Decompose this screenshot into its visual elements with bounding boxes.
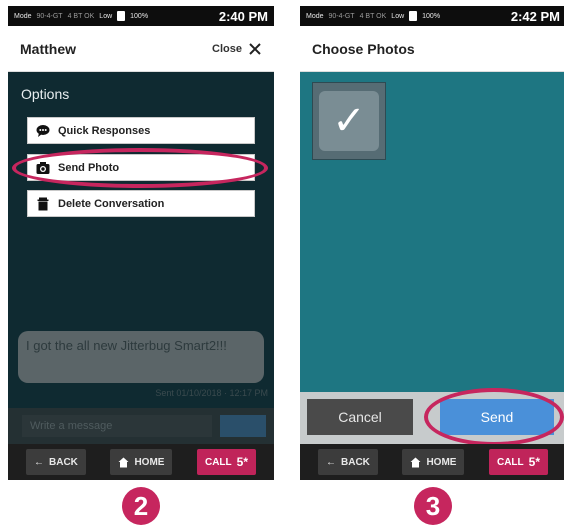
home-button[interactable]: HOME [402,449,465,475]
signal-label: 90-4-GT [328,12,355,20]
battery-label: 100% [130,12,149,20]
call-speed-dial: 5* [528,455,540,469]
network-label: 4 BT OK [359,12,387,20]
clock: 2:40 PM [218,8,268,24]
home-label: HOME [426,456,457,468]
delete-conversation-label: Delete Conversation [58,197,165,210]
close-button[interactable]: Close [212,42,262,56]
phone-screen-choose-photos: Mode 90-4-GT 4 BT OK Low 100% 2:42 PM Ch… [300,6,564,480]
status-bar: Mode 90-4-GT 4 BT OK Low 100% 2:42 PM [300,6,564,26]
step-badge-3: 3 [414,487,452,525]
message-bubble: I got the all new Jitterbug Smart2!!! [18,331,264,383]
send-photo-label: Send Photo [58,161,120,174]
checkmark-icon: ✓ [332,99,366,143]
page-title: Matthew [20,40,76,57]
options-heading: Options [21,86,70,102]
call-button[interactable]: CALL 5* [488,449,548,475]
network-label: 4 BT OK [67,12,95,20]
options-panel: Options Quick Responses Send Photo Delet… [8,72,274,444]
arrow-left-icon: ← [34,456,44,468]
back-button[interactable]: ← BACK [318,449,378,475]
clock: 2:42 PM [510,8,560,24]
home-label: HOME [134,456,165,468]
call-speed-dial: 5* [236,455,248,469]
compose-send-button[interactable] [220,415,266,437]
compose-bar: Write a message [8,408,274,444]
header: Choose Photos [300,26,564,72]
call-button[interactable]: CALL 5* [196,449,256,475]
close-icon [249,42,261,55]
home-icon [410,457,421,467]
signal-label: 90-4-GT [36,12,63,20]
back-label: BACK [341,456,370,468]
send-photo-button[interactable]: Send Photo [27,154,255,181]
send-button[interactable]: Send [440,399,554,435]
battery-label: 100% [422,12,441,20]
photo-grid: ✓ [300,72,564,392]
quick-responses-label: Quick Responses [58,124,151,137]
status-bar: Mode 90-4-GT 4 BT OK Low 100% 2:40 PM [8,6,274,26]
trash-icon [36,197,50,211]
back-button[interactable]: ← BACK [26,449,86,475]
back-label: BACK [49,456,78,468]
home-button[interactable]: HOME [110,449,173,475]
message-timestamp: Sent 01/10/2018 · 12:17 PM [155,388,268,398]
nav-bar: ← BACK HOME CALL 5* [300,444,564,480]
delete-conversation-button[interactable]: Delete Conversation [27,190,255,217]
volume-label: Low [99,12,113,20]
battery-icon [117,11,126,21]
header: Matthew Close [8,26,274,72]
mode-label: Mode [14,12,32,20]
quick-responses-button[interactable]: Quick Responses [27,117,255,144]
volume-label: Low [391,12,405,20]
action-bar: Cancel Send [300,388,564,446]
mode-label: Mode [306,12,324,20]
cancel-button[interactable]: Cancel [307,399,413,435]
close-label: Close [212,42,242,55]
battery-icon [409,11,418,21]
call-label: CALL [204,456,232,468]
step-badge-2: 2 [122,487,160,525]
message-input[interactable]: Write a message [22,415,212,437]
call-label: CALL [496,456,524,468]
chat-bubble-icon [36,124,50,138]
home-icon [118,457,129,467]
phone-screen-options: Mode 90-4-GT 4 BT OK Low 100% 2:40 PM Ma… [8,6,274,480]
page-title: Choose Photos [312,40,415,57]
photo-thumbnail[interactable]: ✓ [312,82,386,160]
nav-bar: ← BACK HOME CALL 5* [8,444,274,480]
camera-icon [36,161,50,175]
arrow-left-icon: ← [326,456,336,468]
